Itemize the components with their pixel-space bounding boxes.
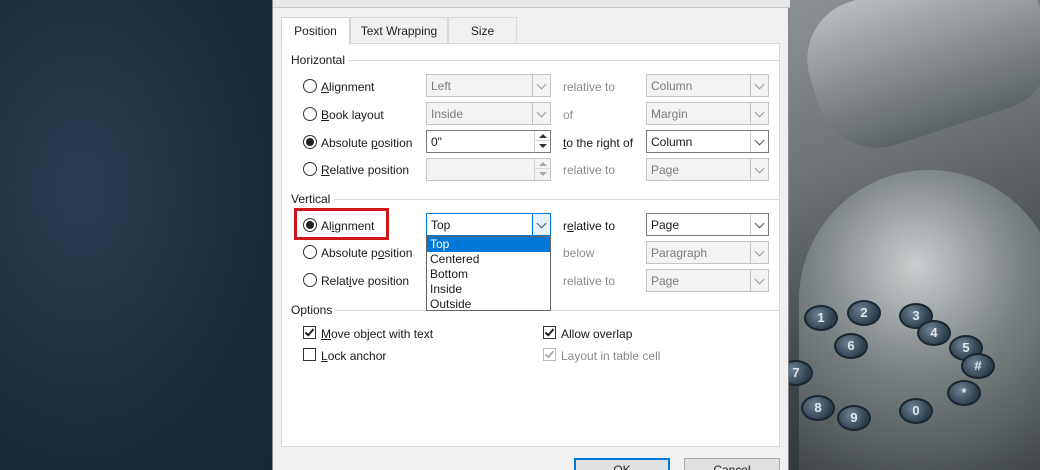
h-absolute-position-radio[interactable] bbox=[303, 135, 317, 149]
h-alignment-label: Alignment bbox=[321, 80, 375, 94]
dial-key: 2 bbox=[847, 300, 881, 326]
h-book-layout-of-label: of bbox=[563, 108, 574, 122]
v-absolute-position-radio[interactable] bbox=[303, 245, 317, 259]
dial-key: 6 bbox=[834, 333, 868, 359]
chevron-down-icon[interactable] bbox=[750, 75, 768, 96]
options-section-title: Options bbox=[291, 303, 333, 317]
v-absolute-below-select[interactable]: Paragraph bbox=[646, 241, 769, 264]
chevron-down-icon[interactable] bbox=[750, 242, 768, 263]
spin-down-icon[interactable] bbox=[535, 169, 550, 179]
chevron-down-icon[interactable] bbox=[750, 270, 768, 291]
move-with-text-label: Move object with text bbox=[321, 327, 434, 341]
h-book-layout-of-select[interactable]: Margin bbox=[646, 102, 769, 125]
chevron-down-icon[interactable] bbox=[532, 75, 550, 96]
dropdown-option-inside[interactable]: Inside bbox=[427, 282, 550, 297]
dropdown-option-bottom[interactable]: Bottom bbox=[427, 267, 550, 282]
h-relative-position-spinner[interactable] bbox=[426, 158, 551, 181]
h-absolute-right-of-select[interactable]: Column bbox=[646, 130, 769, 153]
v-relative-position-radio[interactable] bbox=[303, 273, 317, 287]
dropdown-option-outside[interactable]: Outside bbox=[427, 297, 550, 312]
checkmark-icon bbox=[544, 326, 555, 337]
section-divider bbox=[334, 199, 780, 200]
layout-in-table-cell-label: Layout in table cell bbox=[561, 349, 661, 363]
h-book-layout-select[interactable]: Inside bbox=[426, 102, 551, 125]
annotation-highlight-box bbox=[294, 208, 389, 240]
allow-overlap-label: Allow overlap bbox=[561, 327, 633, 341]
h-relative-relative-to-select[interactable]: Page bbox=[646, 158, 769, 181]
tab-position[interactable]: Position bbox=[281, 17, 350, 45]
chevron-down-icon[interactable] bbox=[750, 103, 768, 124]
move-with-text-checkbox[interactable] bbox=[303, 326, 316, 339]
v-absolute-below-label: below bbox=[563, 246, 595, 260]
dropdown-option-top[interactable]: Top bbox=[427, 237, 550, 252]
cancel-button[interactable]: Cancel bbox=[684, 458, 780, 470]
v-alignment-relative-label: relative to bbox=[563, 219, 616, 233]
v-alignment-relative-select[interactable]: Page bbox=[646, 213, 769, 236]
v-relative-position-label: Relative position bbox=[321, 274, 410, 288]
dial-key: 1 bbox=[804, 305, 838, 331]
dial-key: 9 bbox=[837, 405, 871, 431]
h-absolute-position-spinner[interactable]: 0" bbox=[426, 130, 551, 153]
chevron-down-icon[interactable] bbox=[750, 131, 768, 152]
dial-key: 0 bbox=[899, 398, 933, 424]
layout-in-table-cell-checkbox[interactable] bbox=[543, 348, 556, 361]
h-alignment-relative-label: relative to bbox=[563, 80, 616, 94]
h-relative-relative-to-label: relative to bbox=[563, 163, 616, 177]
vertical-section-title: Vertical bbox=[291, 192, 331, 206]
lock-anchor-checkbox[interactable] bbox=[303, 348, 316, 361]
dialog-titlebar bbox=[273, 0, 790, 8]
h-book-layout-radio[interactable] bbox=[303, 107, 317, 121]
dropdown-option-centered[interactable]: Centered bbox=[427, 252, 550, 267]
v-alignment-select[interactable]: Top bbox=[426, 213, 551, 236]
checkmark-icon bbox=[304, 326, 315, 337]
telephone-photo: 1 2 3 4 5 6 # * 0 9 8 7 bbox=[789, 0, 1040, 470]
checkmark-icon bbox=[544, 348, 555, 359]
v-absolute-position-label: Absolute position bbox=[321, 246, 413, 260]
allow-overlap-checkbox[interactable] bbox=[543, 326, 556, 339]
chevron-down-icon[interactable] bbox=[532, 103, 550, 124]
tab-text-wrapping[interactable]: Text Wrapping bbox=[350, 17, 448, 44]
spin-up-icon[interactable] bbox=[535, 131, 550, 141]
h-absolute-position-label: Absolute position bbox=[321, 136, 413, 150]
desktop-background bbox=[0, 0, 272, 470]
dial-key: # bbox=[961, 353, 995, 379]
h-book-layout-label: Book layout bbox=[321, 108, 384, 122]
chevron-down-icon[interactable] bbox=[750, 214, 768, 235]
chevron-down-icon[interactable] bbox=[532, 214, 550, 235]
v-relative-relative-to-label: relative to bbox=[563, 274, 616, 288]
chevron-down-icon[interactable] bbox=[750, 159, 768, 180]
phone-handset-shape bbox=[791, 0, 1040, 164]
dial-key: * bbox=[947, 380, 981, 406]
v-relative-relative-to-select[interactable]: Page bbox=[646, 269, 769, 292]
spin-up-icon[interactable] bbox=[535, 159, 550, 169]
ok-button[interactable]: OK bbox=[574, 458, 670, 470]
horizontal-section-title: Horizontal bbox=[291, 53, 346, 67]
lock-anchor-label: Lock anchor bbox=[321, 349, 387, 363]
spin-down-icon[interactable] bbox=[535, 141, 550, 151]
section-divider bbox=[348, 60, 780, 61]
dial-key: 4 bbox=[917, 320, 951, 346]
h-relative-position-label: Relative position bbox=[321, 163, 410, 177]
v-alignment-dropdown-list: Top Centered Bottom Inside Outside bbox=[426, 236, 551, 311]
tab-size[interactable]: Size bbox=[448, 17, 517, 44]
h-absolute-right-of-label: to the right of bbox=[563, 136, 634, 150]
section-divider bbox=[334, 310, 780, 311]
h-relative-position-radio[interactable] bbox=[303, 162, 317, 176]
h-alignment-relative-select[interactable]: Column bbox=[646, 74, 769, 97]
h-alignment-radio[interactable] bbox=[303, 79, 317, 93]
h-alignment-select[interactable]: Left bbox=[426, 74, 551, 97]
dial-key: 8 bbox=[801, 395, 835, 421]
